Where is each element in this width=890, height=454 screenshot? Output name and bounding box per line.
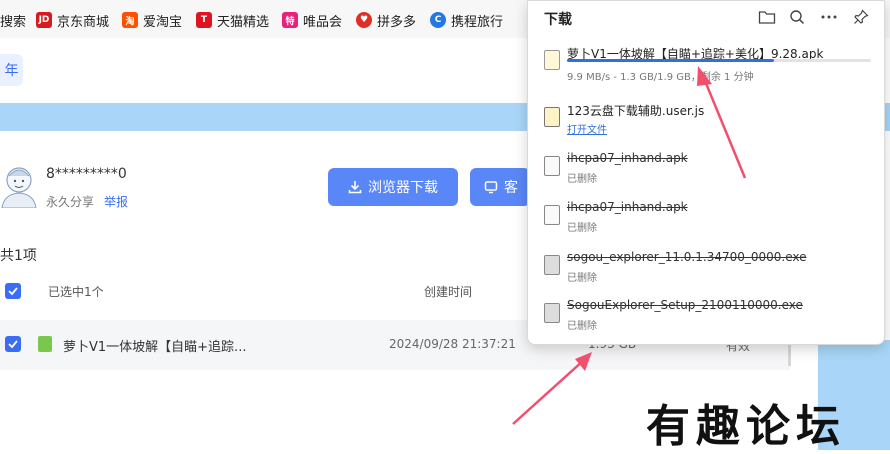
annotation-arrows bbox=[512, 66, 747, 425]
arrow-to-download bbox=[701, 75, 747, 179]
arrow-head-icon bbox=[575, 352, 592, 371]
watermark: 有趣论坛 bbox=[646, 401, 846, 452]
arrow-head-icon bbox=[697, 66, 712, 86]
arrow-to-size bbox=[512, 359, 585, 425]
